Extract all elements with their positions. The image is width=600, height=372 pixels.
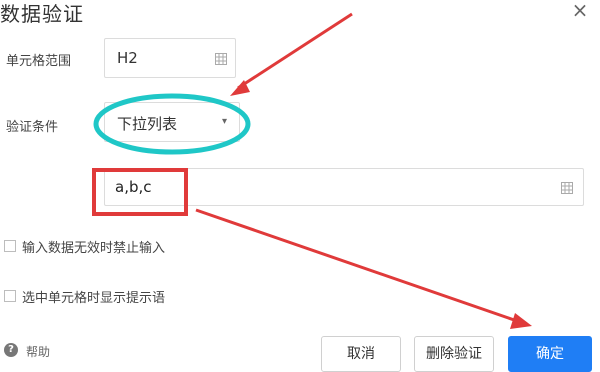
block-invalid-checkbox[interactable] — [4, 240, 16, 252]
annotation-arrow-line — [195, 208, 521, 324]
range-picker-icon[interactable] — [215, 53, 227, 65]
condition-label: 验证条件 — [6, 120, 59, 135]
annotation-arrow-head — [510, 313, 532, 329]
delete-validation-button[interactable]: 删除验证 — [414, 336, 494, 372]
condition-select[interactable]: 下拉列表 ▾ — [104, 102, 240, 142]
dialog-title: 数据验证 — [0, 2, 84, 26]
annotation-arrow-head — [230, 80, 250, 96]
range-input[interactable]: H2 — [104, 38, 236, 78]
cancel-button[interactable]: 取消 — [321, 336, 401, 372]
source-input[interactable]: a,b,c — [104, 168, 584, 206]
annotation-arrow-line — [237, 12, 353, 90]
source-picker-icon[interactable] — [561, 182, 573, 194]
condition-value: 下拉列表 — [117, 115, 178, 133]
help-icon[interactable]: ? — [4, 343, 18, 357]
ok-button[interactable]: 确定 — [508, 336, 592, 372]
range-value: H2 — [117, 49, 138, 67]
range-label: 单元格范围 — [6, 54, 72, 69]
show-prompt-label: 选中单元格时显示提示语 — [22, 291, 166, 306]
show-prompt-checkbox[interactable] — [4, 290, 16, 302]
close-icon[interactable]: × — [568, 0, 592, 22]
block-invalid-label: 输入数据无效时禁止输入 — [22, 241, 166, 256]
chevron-down-icon: ▾ — [222, 116, 228, 127]
source-value: a,b,c — [115, 178, 152, 196]
help-link[interactable]: 帮助 — [26, 343, 50, 360]
